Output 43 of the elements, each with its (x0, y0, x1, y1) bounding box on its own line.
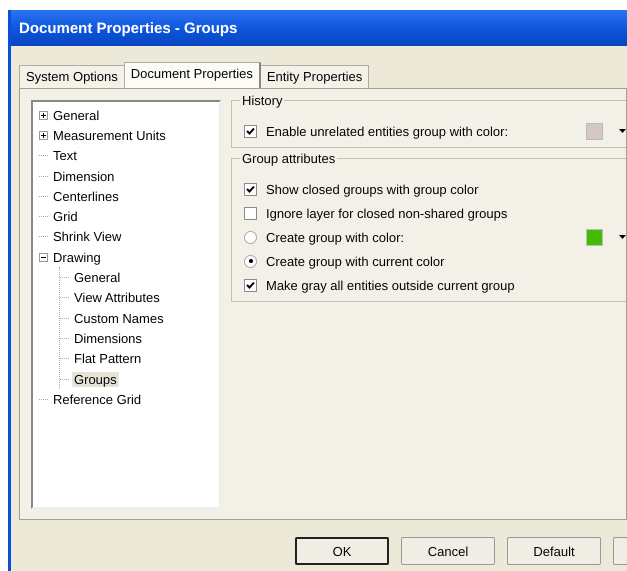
option-label: Make gray all entities outside current group (266, 278, 515, 292)
tree-item[interactable]: View Attributes (72, 290, 162, 306)
option-label: Ignore layer for closed non-shared groups (266, 206, 508, 220)
tree-item[interactable]: Dimensions (72, 330, 144, 346)
tab[interactable]: System Options (19, 65, 125, 88)
checkbox[interactable] (244, 206, 257, 220)
tree-item[interactable]: Groups (72, 372, 119, 386)
color-swatch[interactable] (586, 228, 603, 246)
tree-item[interactable]: Centerlines (51, 188, 121, 204)
radio-button[interactable] (244, 254, 257, 268)
option-label: Enable unrelated entities group with color: (266, 124, 508, 138)
color-swatch[interactable] (586, 122, 603, 140)
tree-item[interactable]: General (72, 270, 122, 286)
tree-item[interactable]: Flat Pattern (72, 351, 144, 366)
checkbox[interactable] (244, 124, 257, 138)
collapse-icon[interactable] (39, 252, 48, 262)
group-title: Group attributes (240, 151, 338, 166)
tree-item[interactable]: General (51, 108, 102, 123)
tree-item[interactable]: Grid (51, 209, 80, 224)
dialog-button[interactable]: OK (295, 537, 389, 565)
tree-item[interactable]: Reference Grid (51, 392, 144, 407)
tab[interactable]: Document Properties (124, 62, 261, 88)
tree-item[interactable]: Drawing (51, 250, 103, 265)
tree-item[interactable]: Shrink View (51, 229, 124, 244)
caret-icon[interactable] (619, 129, 626, 133)
radio-button[interactable] (244, 230, 257, 244)
option-label: Create group with current color (266, 254, 444, 268)
expand-icon[interactable] (39, 110, 48, 120)
tree-item[interactable]: Text (51, 148, 79, 164)
option-label: Create group with color: (266, 230, 404, 244)
tree-item[interactable]: Measurement Units (51, 128, 168, 143)
tree-item[interactable]: Custom Names (72, 310, 166, 326)
dialog-button[interactable]: Default (507, 537, 601, 565)
group-title: History (240, 93, 284, 108)
checkbox[interactable] (244, 182, 257, 196)
caret-icon[interactable] (619, 235, 626, 239)
tree-item[interactable]: Dimension (51, 168, 116, 184)
option-label: Show closed groups with group color (266, 182, 478, 196)
dialog-button[interactable]: Cancel (401, 537, 495, 565)
tab[interactable]: Entity Properties (260, 65, 370, 88)
expand-icon[interactable] (39, 130, 48, 140)
window-title: Document Properties - Groups (19, 20, 238, 36)
checkbox[interactable] (244, 278, 257, 292)
